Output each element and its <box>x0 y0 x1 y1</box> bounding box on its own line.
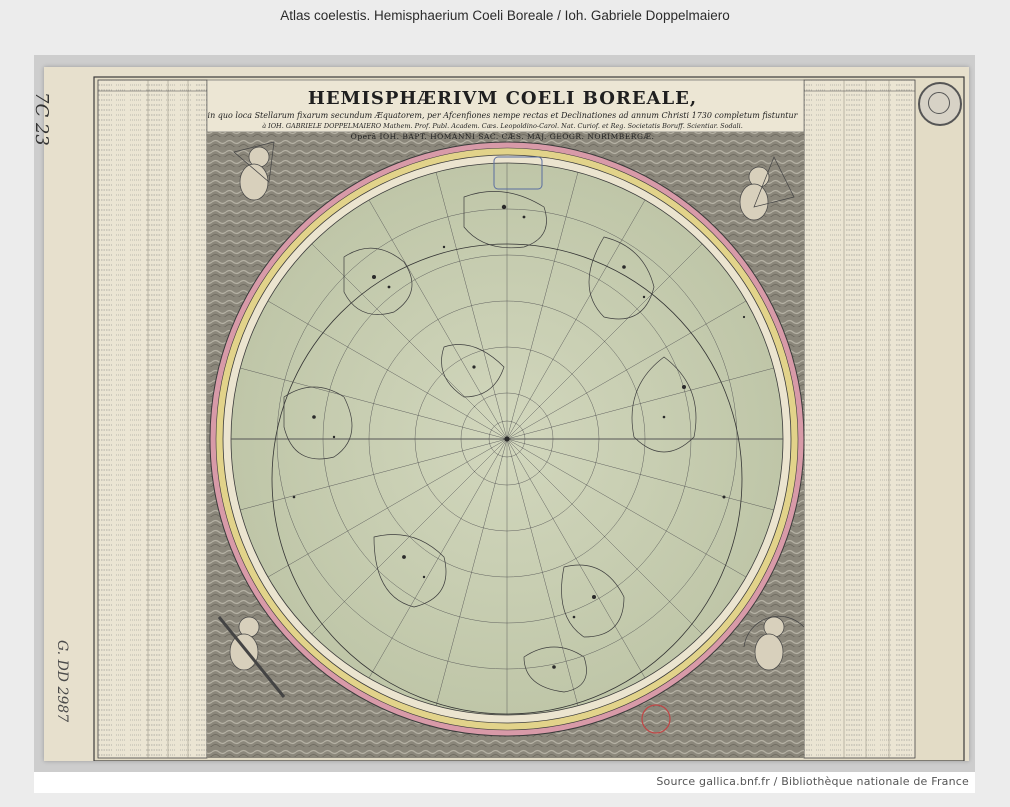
page-title: Atlas coelestis. Hemisphaerium Coeli Bor… <box>280 8 730 23</box>
left-star-table <box>97 79 208 759</box>
map-sheet <box>44 67 969 761</box>
map-author: à IOH. GABRIELE DOPPELMAIERO Mathem. Pro… <box>262 122 743 130</box>
star-map-engraving <box>93 76 965 761</box>
map-title: HEMISPHÆRIVM COELI BOREALE, <box>307 88 698 109</box>
map-cartouche: HEMISPHÆRIVM COELI BOREALE, in quo loca … <box>205 88 800 141</box>
celestial-hemisphere <box>209 141 805 737</box>
right-star-table <box>803 79 916 759</box>
source-credit: Source gallica.bnf.fr / Bibliothèque nat… <box>656 775 969 788</box>
map-publisher: Operâ IOH. BAPT. HOMANNI SAC. CÆS. MAJ. … <box>350 132 655 141</box>
map-subtitle: in quo loca Stellarum fixarum secundum Æ… <box>207 111 798 120</box>
bnf-seal-stamp <box>918 82 962 126</box>
bnf-seal-inner <box>928 92 950 114</box>
shelf-mark: 7C 23 <box>31 92 52 146</box>
shelf-mark-secondary: G. DD 2987 <box>54 640 70 723</box>
source-bar: Source gallica.bnf.fr / Bibliothèque nat… <box>34 772 975 793</box>
